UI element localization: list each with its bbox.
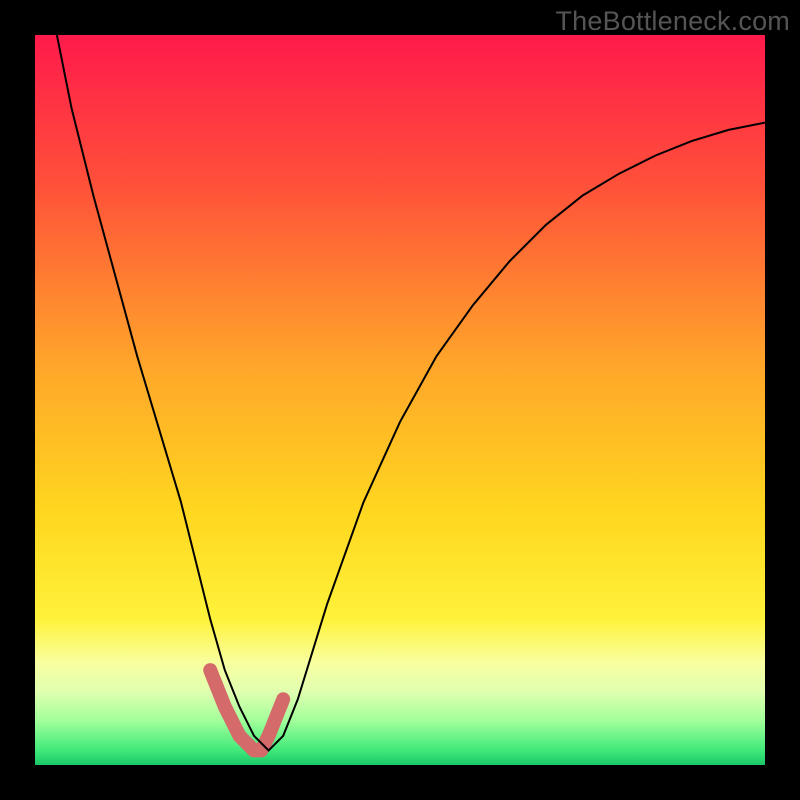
chart-stage: TheBottleneck.com [0,0,800,800]
plot-area [35,35,765,765]
watermark-text: TheBottleneck.com [555,6,790,37]
series-highlight-dip [210,670,283,750]
series-bottleneck-curve [57,35,765,750]
curve-layer [35,35,765,765]
